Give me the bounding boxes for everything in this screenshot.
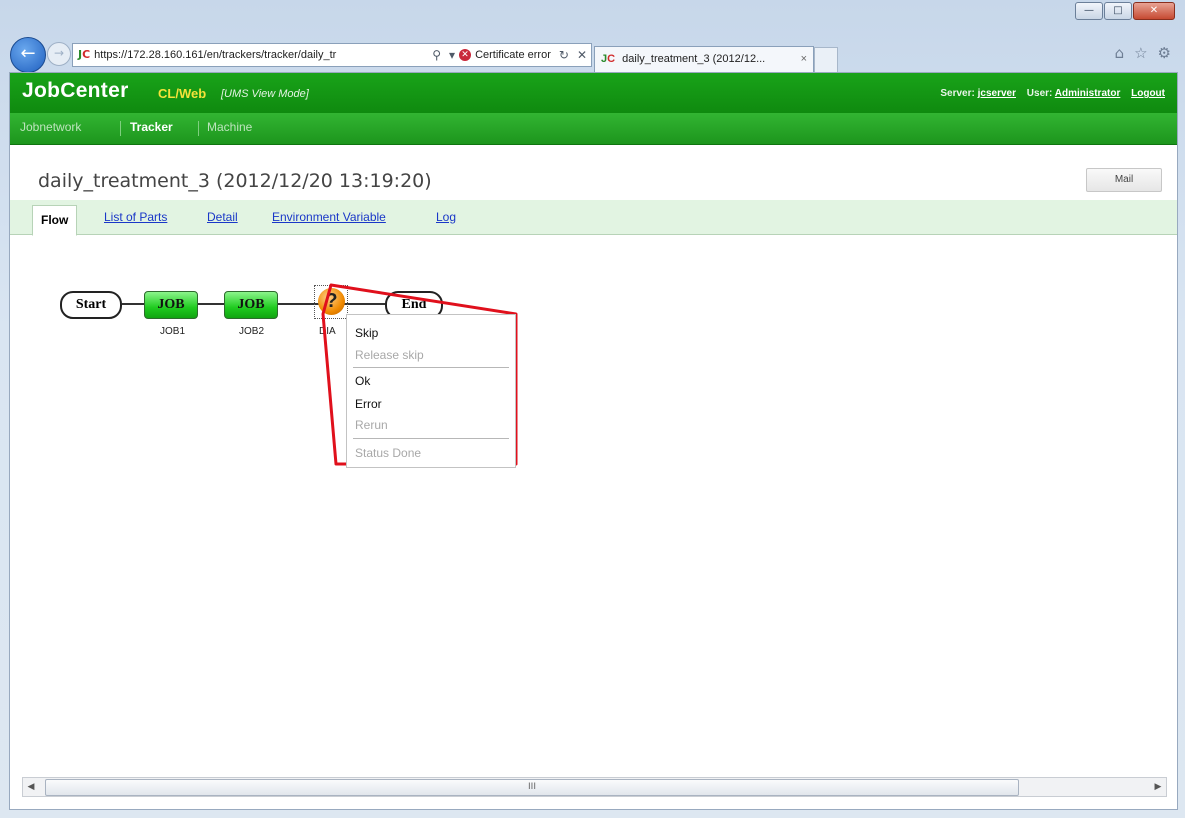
scrollbar-thumb[interactable]: III bbox=[45, 779, 1019, 796]
menu-item-ok[interactable]: Ok bbox=[355, 371, 370, 391]
app-header: JobCenter CL/Web [UMS View Mode] Server:… bbox=[10, 73, 1177, 113]
search-icon[interactable]: ⚲ bbox=[428, 44, 445, 66]
scroll-left-arrow-icon[interactable]: ◀ bbox=[23, 778, 39, 796]
close-tab-icon[interactable]: × bbox=[801, 47, 807, 72]
tab-favicon: JC bbox=[601, 53, 616, 65]
scroll-right-arrow-icon[interactable]: ▶ bbox=[1150, 778, 1166, 796]
job-label-job2: JOB2 bbox=[239, 326, 265, 337]
address-bar[interactable]: JC https://172.28.160.161/en/trackers/tr… bbox=[72, 43, 592, 67]
back-button[interactable]: ← bbox=[10, 37, 46, 73]
job-node-job1[interactable]: JOB bbox=[144, 291, 198, 319]
browser-toolbar-icons: ⌂ ☆ ⚙ bbox=[1115, 44, 1171, 62]
tab-title: daily_treatment_3 (2012/12... bbox=[622, 53, 766, 65]
app-edition: CL/Web bbox=[158, 86, 207, 101]
menu-item-status-done: Status Done bbox=[355, 446, 422, 460]
menu-item-skip[interactable]: Skip bbox=[355, 323, 378, 343]
browser-window: — □ ✕ ← → JC https://172.28.160.161/en/t… bbox=[0, 0, 1185, 818]
job-label-job1: JOB1 bbox=[160, 326, 186, 337]
dialog-node-label: DIA bbox=[319, 326, 336, 337]
minimize-button[interactable]: — bbox=[1075, 2, 1103, 20]
tab-detail[interactable]: Detail bbox=[207, 210, 238, 224]
forward-arrow-icon: → bbox=[53, 46, 65, 60]
nav-tracker[interactable]: Tracker bbox=[130, 113, 173, 144]
minimize-icon: — bbox=[1084, 5, 1094, 16]
page-title: daily_treatment_3 (2012/12/20 13:19:20) bbox=[38, 170, 432, 192]
user-label: User: bbox=[1026, 88, 1053, 99]
subtab-bar: Flow List of Parts Detail Environment Va… bbox=[10, 200, 1177, 236]
page-viewport: JobCenter CL/Web [UMS View Mode] Server:… bbox=[9, 72, 1178, 810]
favorites-star-icon[interactable]: ☆ bbox=[1134, 44, 1147, 62]
menu-separator bbox=[353, 438, 509, 439]
menu-item-release-skip: Release skip bbox=[355, 348, 424, 362]
certificate-error-label[interactable]: Certificate error bbox=[475, 44, 551, 66]
stop-icon[interactable]: ✕ bbox=[573, 44, 591, 66]
tab-log[interactable]: Log bbox=[436, 210, 456, 224]
refresh-icon[interactable]: ↻ bbox=[555, 44, 573, 66]
certificate-error-icon[interactable]: ✕ bbox=[459, 49, 472, 61]
menu-separator bbox=[353, 367, 509, 368]
site-favicon: JC bbox=[78, 48, 91, 61]
tab-list-of-parts[interactable]: List of Parts bbox=[104, 210, 167, 224]
maximize-button[interactable]: □ bbox=[1104, 2, 1132, 20]
back-arrow-icon: ← bbox=[20, 43, 36, 64]
user-link[interactable]: Administrator bbox=[1055, 88, 1121, 99]
view-mode-label: [UMS View Mode] bbox=[221, 88, 309, 100]
dialog-node[interactable]: ? bbox=[314, 285, 348, 319]
url-text[interactable]: https://172.28.160.161/en/trackers/track… bbox=[94, 44, 428, 66]
new-tab-button[interactable] bbox=[814, 47, 838, 73]
dropdown-icon[interactable]: ▾ bbox=[445, 44, 459, 66]
flow-start-node[interactable]: Start bbox=[60, 291, 122, 319]
menu-item-rerun: Rerun bbox=[355, 418, 388, 432]
logout-link[interactable]: Logout bbox=[1131, 88, 1165, 99]
maximize-icon: □ bbox=[1113, 5, 1123, 16]
close-window-button[interactable]: ✕ bbox=[1133, 2, 1175, 20]
nav-divider bbox=[198, 121, 199, 136]
settings-gear-icon[interactable]: ⚙ bbox=[1158, 44, 1171, 62]
menu-item-error[interactable]: Error bbox=[355, 394, 382, 414]
job-node-job2[interactable]: JOB bbox=[224, 291, 278, 319]
close-icon: ✕ bbox=[1149, 5, 1159, 16]
window-controls: — □ ✕ bbox=[1074, 2, 1175, 20]
forward-button[interactable]: → bbox=[47, 42, 71, 66]
context-menu: Skip Release skip Ok Error Rerun Status … bbox=[346, 314, 516, 468]
nav-divider bbox=[120, 121, 121, 136]
question-mark-icon: ? bbox=[318, 288, 345, 315]
nav-jobnetwork[interactable]: Jobnetwork bbox=[20, 113, 81, 144]
main-nav: Jobnetwork Tracker Machine bbox=[10, 113, 1177, 145]
server-link[interactable]: jcserver bbox=[978, 88, 1016, 99]
nav-machine[interactable]: Machine bbox=[207, 113, 252, 144]
browser-tab-active[interactable]: JC daily_treatment_3 (2012/12... × bbox=[594, 46, 814, 73]
tab-environment-variable[interactable]: Environment Variable bbox=[272, 210, 386, 224]
home-icon[interactable]: ⌂ bbox=[1115, 44, 1125, 62]
user-bar: Server: jcserver User: Administrator Log… bbox=[940, 88, 1165, 99]
mail-button[interactable]: Mail bbox=[1086, 168, 1162, 192]
horizontal-scrollbar[interactable]: ◀ III ▶ bbox=[22, 777, 1167, 797]
tab-flow[interactable]: Flow bbox=[32, 205, 78, 236]
server-label: Server: bbox=[940, 88, 975, 99]
app-logo: JobCenter bbox=[22, 79, 129, 102]
